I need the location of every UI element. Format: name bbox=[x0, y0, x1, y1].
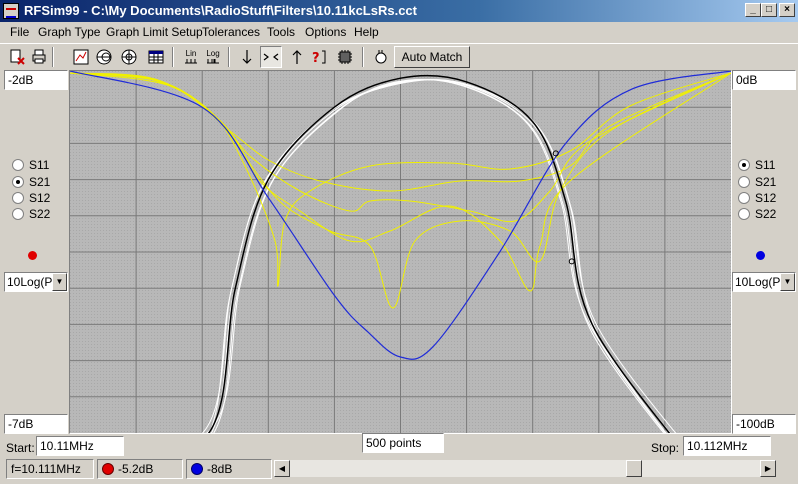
radio-label: S22 bbox=[29, 207, 51, 221]
radio-indicator bbox=[12, 159, 24, 171]
radio-indicator bbox=[738, 208, 750, 220]
svg-text:?: ? bbox=[312, 51, 320, 65]
auto-match-button[interactable]: Auto Match bbox=[394, 46, 470, 68]
left-scale-select[interactable]: 10Log(P) ▼ bbox=[4, 272, 68, 292]
stop-label: Stop: bbox=[651, 441, 680, 455]
radio-indicator bbox=[738, 176, 750, 188]
left-radio-s11[interactable]: S11 bbox=[12, 157, 49, 173]
menu-tolerances[interactable]: Tolerances bbox=[202, 25, 260, 39]
blue-dot-icon bbox=[191, 463, 203, 475]
close-button[interactable]: × bbox=[779, 3, 795, 17]
left-radio-s12[interactable]: S12 bbox=[12, 190, 50, 206]
table-icon[interactable] bbox=[145, 46, 167, 68]
right-readout: -8dB bbox=[186, 459, 272, 479]
zoom-in-icon[interactable] bbox=[260, 46, 282, 68]
radio-indicator bbox=[738, 159, 750, 171]
circuit-open-icon[interactable] bbox=[6, 46, 28, 68]
radio-indicator bbox=[12, 192, 24, 204]
points-field[interactable]: 500 points bbox=[362, 433, 444, 453]
title-bar: RFSim99 - C:\My Documents\RadioStuff\Fil… bbox=[0, 0, 798, 22]
menu-graph-limit-setup[interactable]: Graph Limit Setup bbox=[106, 25, 203, 39]
right-radio-s21[interactable]: S21 bbox=[738, 174, 776, 190]
scroll-right-icon[interactable]: ▶ bbox=[760, 460, 776, 477]
minimize-button[interactable]: _ bbox=[745, 3, 761, 17]
lin-label: Lin bbox=[185, 49, 197, 58]
arrow-up-icon[interactable] bbox=[286, 46, 308, 68]
right-scale-value: 10Log(P) bbox=[735, 275, 785, 289]
right-axis-top-field[interactable]: 0dB bbox=[732, 70, 796, 90]
help-cursor-icon[interactable]: ? bbox=[310, 46, 332, 68]
left-readout: -5.2dB bbox=[97, 459, 183, 479]
frequency-scrollbar[interactable]: ◀ ▶ bbox=[274, 460, 776, 477]
left-scale-value: 10Log(P) bbox=[7, 275, 57, 289]
toolbar: Lin Log ? Auto Match bbox=[0, 43, 798, 69]
right-reading-value: -8dB bbox=[207, 462, 233, 476]
right-axis-bottom-field[interactable]: -100dB bbox=[732, 414, 796, 434]
hand-icon[interactable] bbox=[370, 46, 392, 68]
left-reading-value: -5.2dB bbox=[118, 462, 154, 476]
response-plot[interactable] bbox=[69, 70, 732, 434]
right-radio-s12[interactable]: S12 bbox=[738, 190, 776, 206]
right-trace-color-marker bbox=[756, 251, 765, 260]
chevron-down-icon[interactable]: ▼ bbox=[52, 273, 67, 291]
plot-canvas bbox=[70, 71, 731, 433]
smith-chart-icon[interactable] bbox=[93, 46, 115, 68]
component-icon[interactable] bbox=[334, 46, 356, 68]
menu-graph-type[interactable]: Graph Type bbox=[38, 25, 100, 39]
left-radio-s22[interactable]: S22 bbox=[12, 206, 50, 222]
right-scale-select[interactable]: 10Log(P) ▼ bbox=[732, 272, 796, 292]
radio-indicator bbox=[12, 176, 24, 188]
red-dot-icon bbox=[102, 463, 114, 475]
left-axis-bottom-field[interactable]: -7dB bbox=[4, 414, 68, 434]
radio-indicator bbox=[738, 192, 750, 204]
maximize-button[interactable]: □ bbox=[761, 3, 777, 17]
start-label: Start: bbox=[6, 441, 35, 455]
radio-label: S11 bbox=[755, 158, 776, 172]
menu-file[interactable]: File bbox=[10, 25, 29, 39]
stop-frequency-field[interactable]: 10.112MHz bbox=[683, 436, 771, 456]
radio-label: S21 bbox=[755, 175, 777, 189]
right-radio-s22[interactable]: S22 bbox=[738, 206, 776, 222]
polar-icon[interactable] bbox=[118, 46, 140, 68]
menu-help[interactable]: Help bbox=[354, 25, 379, 39]
lin-scale-icon[interactable]: Lin bbox=[180, 46, 202, 68]
left-trace-color-marker bbox=[28, 251, 37, 260]
radio-label: S21 bbox=[29, 175, 51, 189]
menu-bar: File Graph Type Graph Limit Setup Tolera… bbox=[0, 22, 798, 42]
radio-label: S22 bbox=[755, 207, 777, 221]
scroll-thumb[interactable] bbox=[626, 460, 642, 477]
left-axis-top-field[interactable]: -2dB bbox=[4, 70, 68, 90]
radio-label: S12 bbox=[755, 191, 777, 205]
window-title: RFSim99 - C:\My Documents\RadioStuff\Fil… bbox=[24, 3, 417, 18]
start-frequency-field[interactable]: 10.11MHz bbox=[36, 436, 124, 456]
menu-tools[interactable]: Tools bbox=[267, 25, 295, 39]
app-icon[interactable] bbox=[3, 3, 19, 19]
radio-label: S12 bbox=[29, 191, 51, 205]
radio-label: S11 bbox=[29, 158, 50, 172]
log-scale-icon[interactable]: Log bbox=[202, 46, 224, 68]
frequency-readout: f=10.111MHz bbox=[6, 459, 94, 479]
scroll-left-icon[interactable]: ◀ bbox=[274, 460, 290, 477]
radio-indicator bbox=[12, 208, 24, 220]
print-icon[interactable] bbox=[28, 46, 50, 68]
chevron-down-icon[interactable]: ▼ bbox=[780, 273, 795, 291]
graph-icon[interactable] bbox=[70, 46, 92, 68]
left-radio-s21[interactable]: S21 bbox=[12, 174, 50, 190]
right-radio-s11[interactable]: S11 bbox=[738, 157, 775, 173]
log-label: Log bbox=[206, 49, 220, 58]
menu-options[interactable]: Options bbox=[305, 25, 346, 39]
arrow-down-icon[interactable] bbox=[236, 46, 258, 68]
